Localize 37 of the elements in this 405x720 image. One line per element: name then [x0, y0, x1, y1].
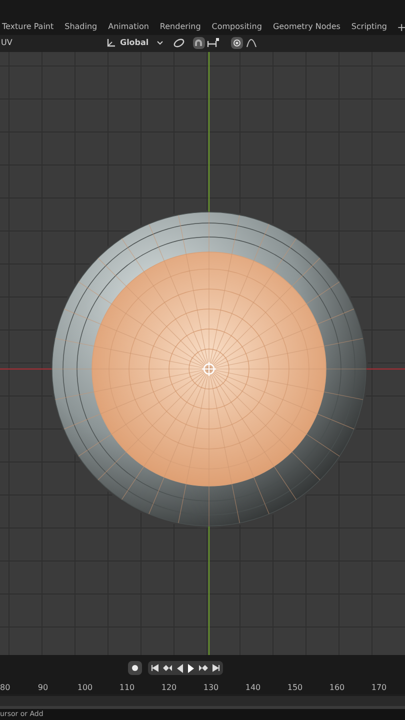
- workspace-tab[interactable]: Shading: [64, 20, 98, 33]
- frame-number: 140: [244, 682, 262, 694]
- chevron-down-icon: [156, 41, 163, 46]
- play-reverse-icon[interactable]: [176, 664, 184, 672]
- frame-number: 110: [118, 682, 136, 694]
- prev-keyframe-icon[interactable]: [162, 664, 173, 672]
- orientation-dropdown[interactable]: Global: [120, 37, 163, 50]
- workspace-tab[interactable]: Geometry Nodes: [272, 20, 342, 33]
- frame-number: 80: [0, 682, 12, 694]
- jump-end-icon[interactable]: [212, 664, 220, 672]
- play-icon[interactable]: [187, 664, 195, 672]
- next-keyframe-icon[interactable]: [198, 664, 209, 672]
- frame-number: 150: [286, 682, 304, 694]
- circle-dot-icon: [232, 39, 241, 48]
- workspace-tab[interactable]: Rendering: [158, 20, 202, 33]
- frame-number: 90: [36, 682, 50, 694]
- workspace-tab[interactable]: Animation: [107, 20, 150, 33]
- frame-number: 130: [202, 682, 220, 694]
- orientation-axes-icon: [106, 38, 116, 48]
- frame-number: 120: [160, 682, 178, 694]
- snap-toggle[interactable]: [192, 37, 205, 50]
- workspace-tab[interactable]: Scripting: [350, 20, 388, 33]
- add-workspace-button[interactable]: +: [397, 22, 405, 33]
- jump-start-icon[interactable]: [151, 664, 159, 672]
- link-icon[interactable]: [172, 38, 185, 48]
- uv-menu[interactable]: UV: [0, 37, 106, 50]
- record-button[interactable]: [128, 661, 142, 675]
- workspace-tab[interactable]: Texture Paint: [1, 20, 55, 33]
- snap-increment-icon[interactable]: [206, 38, 221, 48]
- workspace-tab[interactable]: Compositing: [210, 20, 263, 33]
- falloff-curve-icon[interactable]: [246, 38, 257, 48]
- proportional-edit-toggle[interactable]: [230, 37, 243, 50]
- magnet-icon: [194, 38, 204, 48]
- frame-number: 100: [76, 682, 94, 694]
- frame-number: 160: [328, 682, 346, 694]
- crosshair-cursor-icon: [202, 361, 216, 376]
- frame-number: 170: [370, 682, 388, 694]
